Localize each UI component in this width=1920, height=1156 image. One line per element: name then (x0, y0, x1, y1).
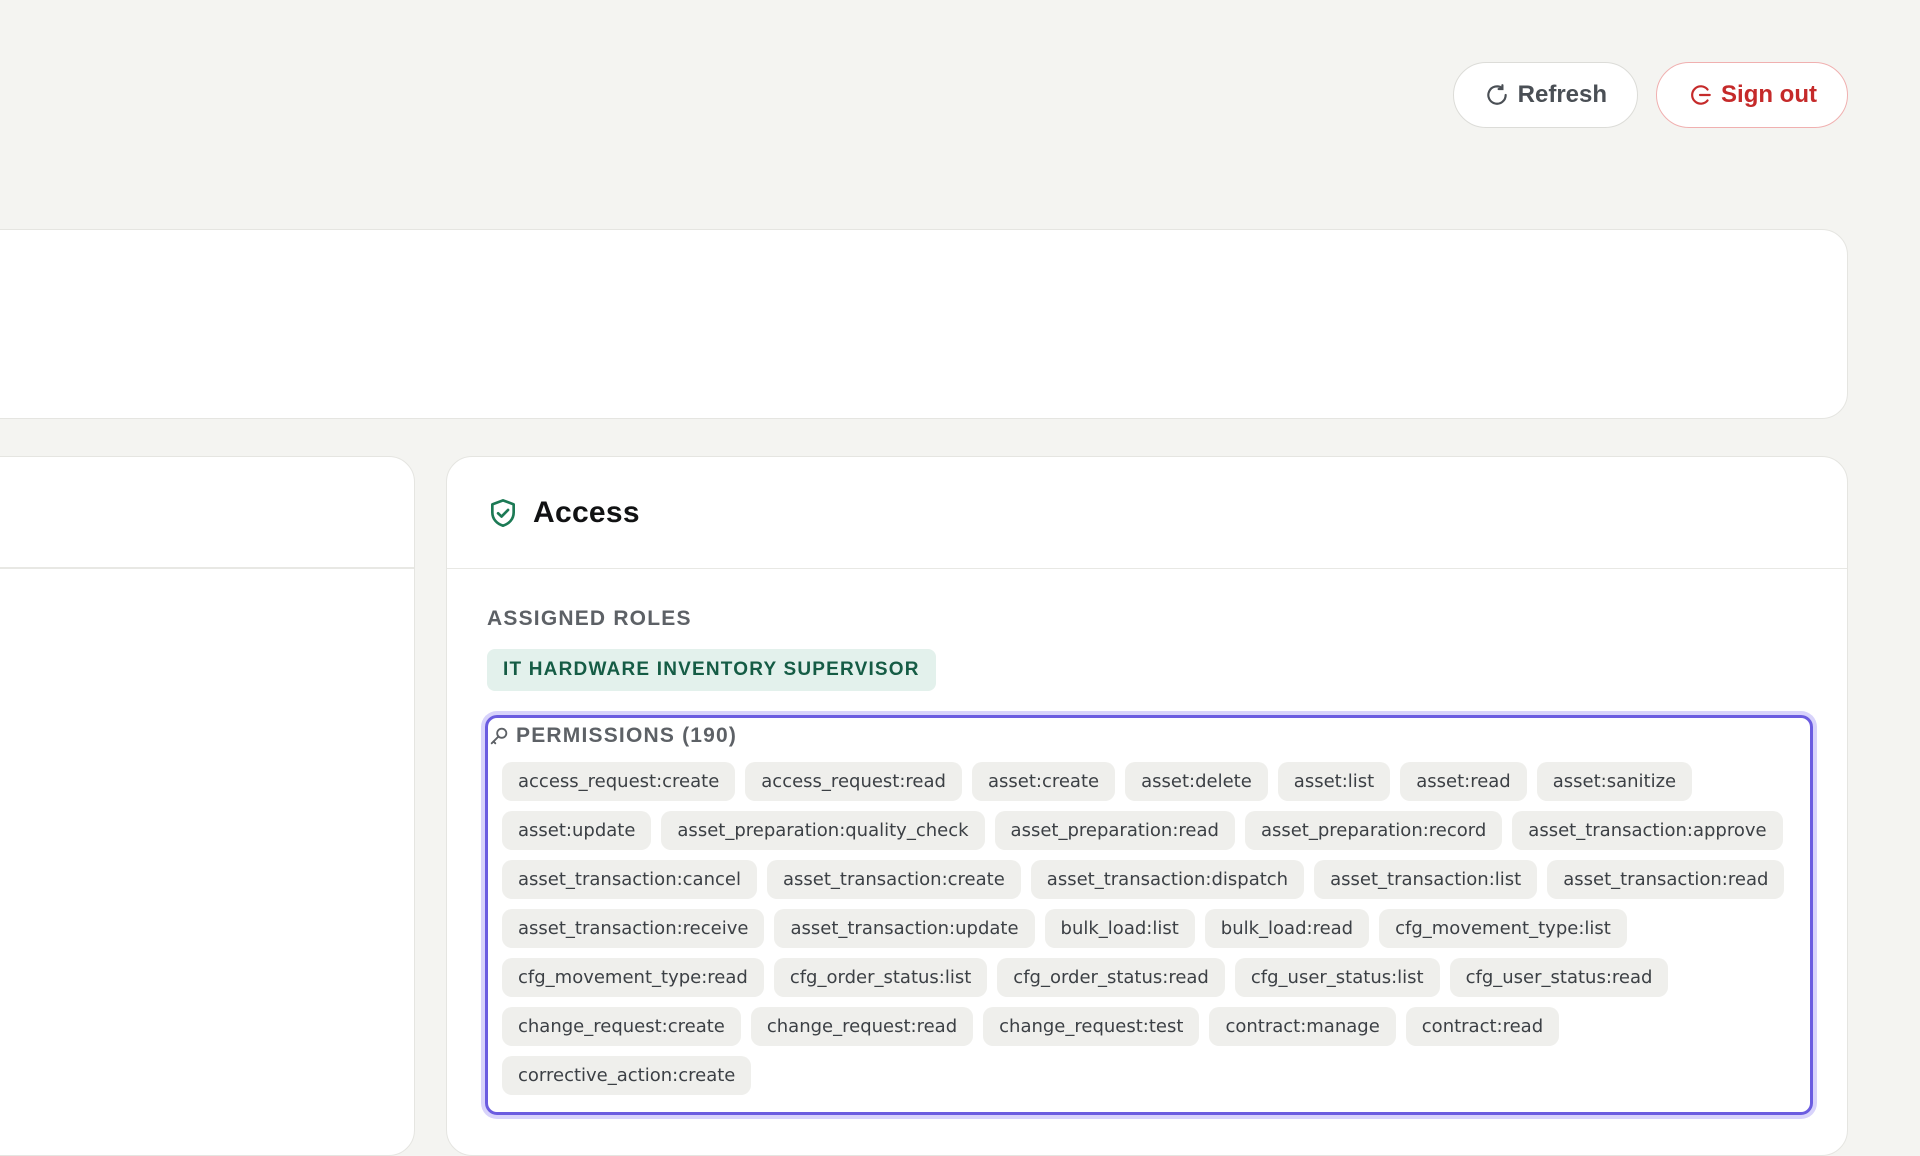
permission-chip: cfg_movement_type:list (1379, 909, 1627, 948)
access-title: Access (533, 495, 640, 529)
role-badge: IT HARDWARE INVENTORY SUPERVISOR (487, 649, 936, 691)
permission-chip: change_request:read (750, 1007, 974, 1046)
permission-chip: contract:manage (1209, 1007, 1396, 1046)
permission-chip: bulk_load:read (1204, 909, 1370, 948)
refresh-icon (1486, 84, 1507, 105)
profile-summary-card (0, 229, 1848, 419)
permission-chip: asset:read (1400, 762, 1527, 801)
assigned-roles-label: ASSIGNED ROLES (487, 607, 692, 630)
card-divider (0, 567, 414, 569)
sign-out-button[interactable]: Sign out (1656, 62, 1848, 128)
permissions-panel[interactable]: PERMISSIONS (190) access_request:create a… (485, 715, 1813, 1115)
permission-chip: cfg_movement_type:read (502, 958, 764, 997)
permission-chip: access_request:read (745, 762, 962, 801)
permission-chip: change_request:create (502, 1007, 741, 1046)
permission-chip: change_request:test (983, 1007, 1200, 1046)
permission-chip: cfg_user_status:list (1234, 958, 1440, 997)
permissions-label: PERMISSIONS (190) (516, 724, 738, 747)
permission-chip: contract:read (1405, 1007, 1560, 1046)
access-card-header: Access (447, 457, 1847, 569)
permission-chip: cfg_order_status:read (997, 958, 1225, 997)
permission-chip: asset_preparation:read (994, 811, 1235, 850)
access-card-body: ASSIGNED ROLES IT HARDWARE INVENTORY SUP… (447, 569, 1847, 1115)
permission-chip: access_request:create (502, 762, 736, 801)
permission-chip: cfg_user_status:read (1449, 958, 1669, 997)
sign-out-icon (1691, 85, 1711, 105)
permissions-list: access_request:create access_request:read… (488, 762, 1800, 1095)
permission-chip: asset:list (1277, 762, 1391, 801)
permission-chip: asset_transaction:cancel (502, 860, 757, 899)
permission-chip: asset:delete (1125, 762, 1268, 801)
permission-chip: asset_transaction:read (1547, 860, 1785, 899)
refresh-button[interactable]: Refresh (1452, 62, 1639, 128)
permission-chip: asset_transaction:approve (1512, 811, 1783, 850)
permission-chip: asset_transaction:update (774, 909, 1035, 948)
permission-chip: asset_transaction:list (1314, 860, 1538, 899)
permission-chip: asset_preparation:record (1244, 811, 1503, 850)
permissions-header: PERMISSIONS (190) (488, 724, 1800, 748)
details-card (0, 456, 415, 1156)
permission-chip: asset:create (971, 762, 1116, 801)
header-actions: Refresh Sign out (1452, 62, 1848, 128)
permission-chip: asset_transaction:receive (502, 909, 765, 948)
roles-list: IT HARDWARE INVENTORY SUPERVISOR (487, 631, 1811, 691)
refresh-label: Refresh (1517, 81, 1608, 108)
access-card: Access ASSIGNED ROLES IT HARDWARE INVENT… (446, 456, 1848, 1156)
key-icon (490, 727, 508, 745)
permission-chip: asset_preparation:quality_check (661, 811, 985, 850)
permission-chip: cfg_order_status:list (773, 958, 988, 997)
permission-chip: asset:sanitize (1536, 762, 1693, 801)
shield-check-icon (491, 498, 515, 527)
permission-chip: asset:update (502, 811, 652, 850)
sign-out-label: Sign out (1721, 81, 1817, 108)
permission-chip: bulk_load:list (1044, 909, 1195, 948)
permission-chip: asset_transaction:create (766, 860, 1021, 899)
permission-chip: asset_transaction:dispatch (1030, 860, 1305, 899)
permission-chip: corrective_action:create (502, 1056, 752, 1095)
